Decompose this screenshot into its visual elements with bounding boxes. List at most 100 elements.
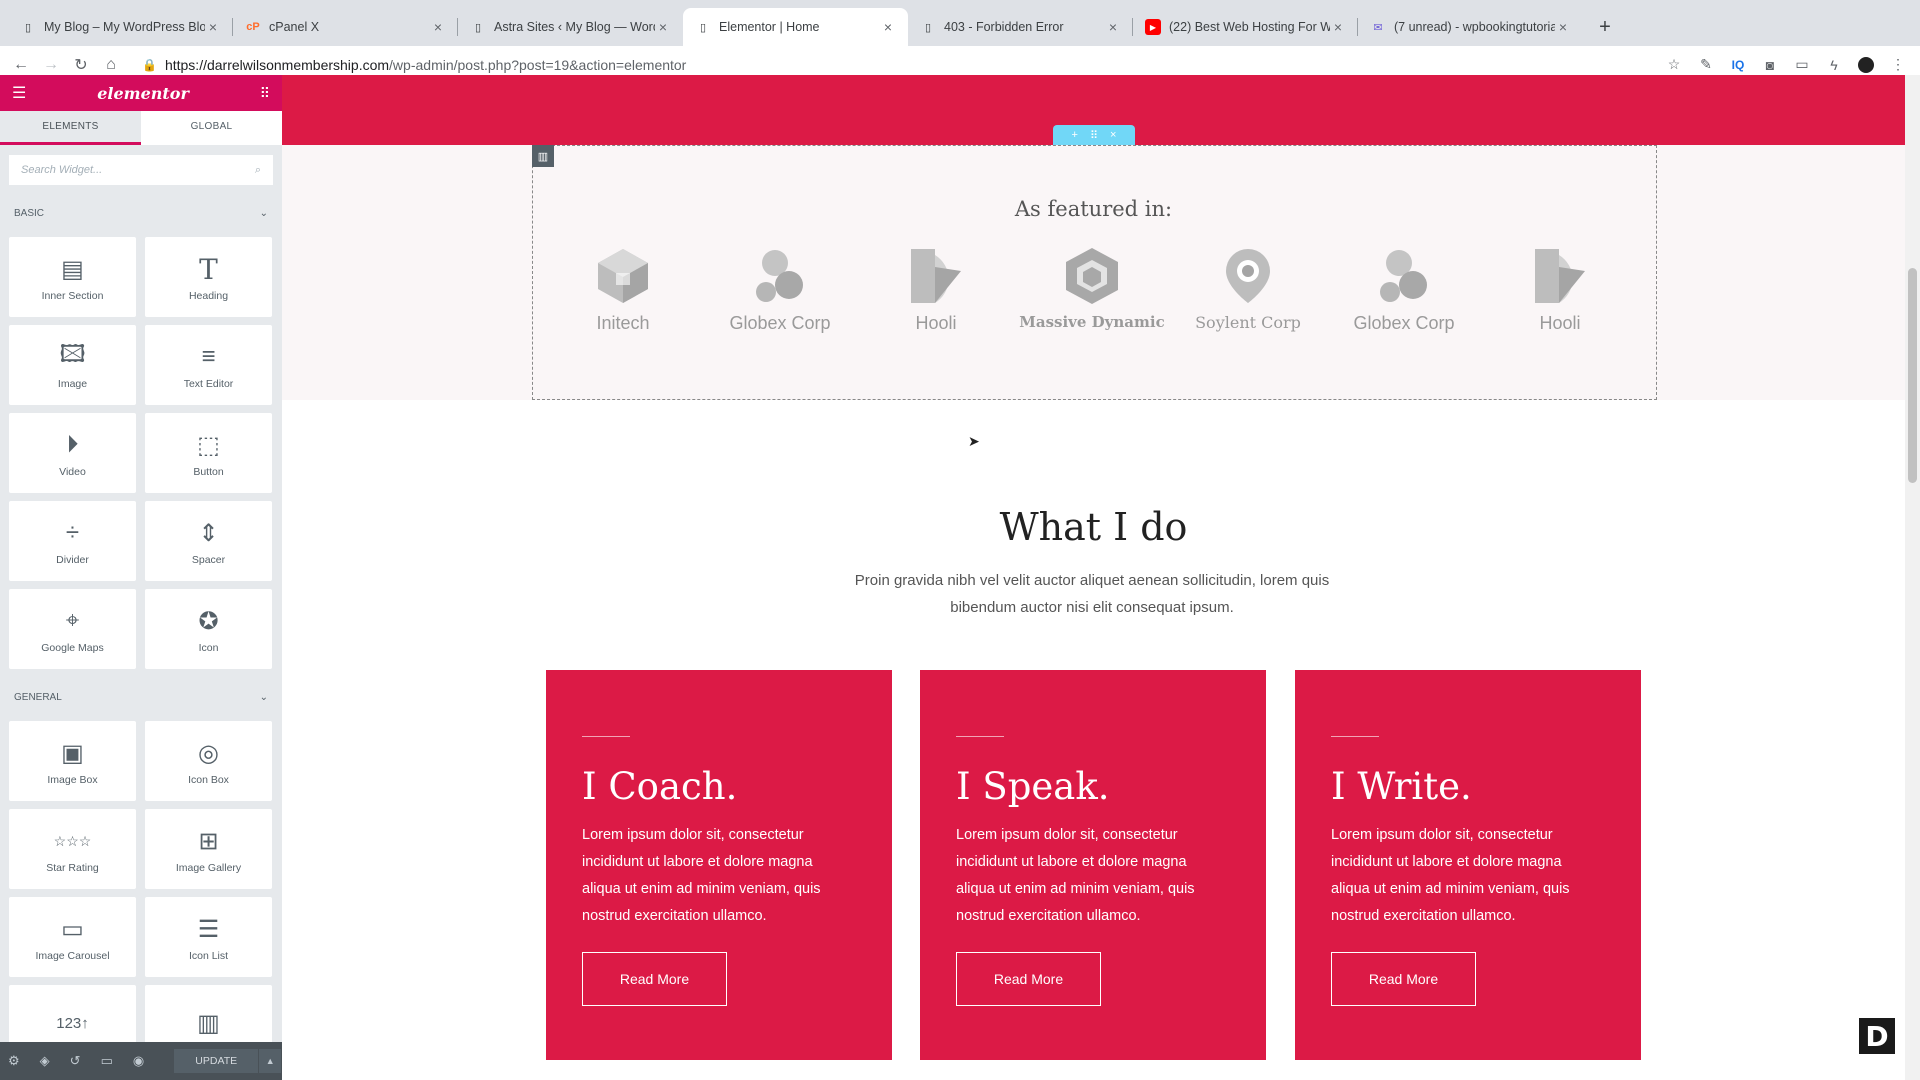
home-icon[interactable]: ⌂ bbox=[96, 56, 126, 74]
category-general[interactable]: GENERAL ⌄ bbox=[0, 679, 282, 715]
tab-global[interactable]: GLOBAL bbox=[141, 111, 282, 145]
read-more-button[interactable]: Read More bbox=[1331, 952, 1476, 1006]
service-card[interactable]: I Coach. Lorem ipsum dolor sit, consecte… bbox=[546, 670, 892, 1060]
widget-image[interactable]: 🖾 Image bbox=[9, 325, 136, 405]
service-card[interactable]: I Write. Lorem ipsum dolor sit, consecte… bbox=[1295, 670, 1641, 1060]
close-icon[interactable]: × bbox=[880, 19, 896, 35]
browser-tab[interactable]: cP cPanel X × bbox=[233, 8, 458, 46]
browser-tab[interactable]: ▶ (22) Best Web Hosting For Wo × bbox=[1133, 8, 1358, 46]
cast-icon[interactable]: ▭ bbox=[1794, 56, 1810, 73]
service-card[interactable]: I Speak. Lorem ipsum dolor sit, consecte… bbox=[920, 670, 1266, 1060]
widget-image-carousel[interactable]: ▭ Image Carousel bbox=[9, 897, 136, 977]
browser-tab[interactable]: ▯ My Blog – My WordPress Blog × bbox=[8, 8, 233, 46]
logo-hooli-1: Hooli bbox=[858, 245, 1014, 335]
massive-dynamic-icon bbox=[1066, 248, 1118, 304]
widget-icon-list[interactable]: ☰ Icon List bbox=[145, 897, 272, 977]
close-icon[interactable]: × bbox=[1105, 19, 1121, 35]
read-more-button[interactable]: Read More bbox=[956, 952, 1101, 1006]
hamburger-menu-icon[interactable]: ☰ bbox=[12, 83, 26, 103]
spacer-icon: ⇕ bbox=[198, 519, 219, 547]
soylent-pin-icon bbox=[1226, 249, 1270, 303]
elementor-logo: elementor bbox=[97, 83, 189, 103]
widget-text-editor[interactable]: ≡ Text Editor bbox=[145, 325, 272, 405]
drag-handle-icon[interactable]: ⠿ bbox=[1090, 129, 1098, 142]
reload-icon[interactable]: ↻ bbox=[66, 55, 96, 75]
tab-elements[interactable]: ELEMENTS bbox=[0, 111, 141, 145]
initech-cube-icon bbox=[598, 249, 648, 303]
iq-extension-icon[interactable]: IQ bbox=[1730, 58, 1746, 72]
close-icon[interactable]: × bbox=[205, 19, 221, 35]
back-icon[interactable]: ← bbox=[6, 56, 36, 74]
card-text: Lorem ipsum dolor sit, consectetur incid… bbox=[1331, 827, 1570, 924]
widget-inner-section[interactable]: ▤ Inner Section bbox=[9, 237, 136, 317]
google-maps-icon: ⌖ bbox=[65, 607, 80, 634]
card-divider bbox=[1331, 736, 1379, 737]
widget-spacer[interactable]: ⇕ Spacer bbox=[145, 501, 272, 581]
extension-icons: ☆ ✎ IQ ◙ ▭ ϟ ⋮ bbox=[1666, 56, 1906, 73]
star-icon: ✪ bbox=[198, 607, 219, 635]
bookmark-star-icon[interactable]: ☆ bbox=[1666, 56, 1682, 73]
card-divider bbox=[582, 736, 630, 737]
apps-grid-icon[interactable]: ⠿ bbox=[260, 85, 270, 102]
update-options-caret-icon[interactable]: ▲ bbox=[259, 1049, 282, 1073]
icon-box-icon: ◎ bbox=[198, 739, 219, 767]
preview-eye-icon[interactable]: ◉ bbox=[133, 1053, 144, 1069]
responsive-desktop-icon[interactable]: ▭ bbox=[101, 1053, 113, 1069]
camera-icon[interactable]: ◙ bbox=[1762, 57, 1778, 73]
page-icon: ▯ bbox=[924, 21, 932, 34]
page-scrollbar[interactable] bbox=[1905, 75, 1920, 1080]
widget-icon-box[interactable]: ◎ Icon Box bbox=[145, 721, 272, 801]
eyedropper-icon[interactable]: ✎ bbox=[1698, 56, 1714, 73]
logo-initech: Initech bbox=[545, 245, 701, 335]
panel-tabs: ELEMENTS GLOBAL bbox=[0, 111, 282, 145]
settings-gear-icon[interactable]: ⚙ bbox=[8, 1053, 20, 1069]
chevron-down-icon: ⌄ bbox=[259, 207, 268, 219]
page-icon: ▯ bbox=[699, 21, 707, 34]
category-basic[interactable]: BASIC ⌄ bbox=[0, 195, 282, 231]
widget-heading[interactable]: T Heading bbox=[145, 237, 272, 317]
section-handle[interactable]: + ⠿ × bbox=[1053, 125, 1135, 145]
widget-image-box[interactable]: ▣ Image Box bbox=[9, 721, 136, 801]
image-gallery-icon: ⊞ bbox=[198, 827, 219, 855]
close-icon[interactable]: × bbox=[430, 19, 446, 35]
browser-tab[interactable]: ▯ 403 - Forbidden Error × bbox=[908, 8, 1133, 46]
read-more-button[interactable]: Read More bbox=[582, 952, 727, 1006]
lightning-icon[interactable]: ϟ bbox=[1826, 57, 1842, 73]
widget-video[interactable]: ⏵ Video bbox=[9, 413, 136, 493]
widget-divider[interactable]: ÷ Divider bbox=[9, 501, 136, 581]
featured-section[interactable]: ▥ As featured in: Initech Globex Corp Ho… bbox=[282, 145, 1905, 400]
history-icon[interactable]: ↺ bbox=[70, 1053, 81, 1069]
button-icon: ⬚ bbox=[197, 431, 220, 459]
avatar[interactable] bbox=[1858, 56, 1874, 73]
scrollbar-thumb[interactable] bbox=[1908, 268, 1917, 483]
close-icon[interactable]: × bbox=[1330, 19, 1346, 35]
logo-globex-1: Globex Corp bbox=[702, 245, 858, 335]
widget-star-rating[interactable]: ☆☆☆ Star Rating bbox=[9, 809, 136, 889]
lock-icon: 🔒 bbox=[142, 57, 157, 72]
add-section-icon[interactable]: + bbox=[1072, 129, 1078, 141]
url-field[interactable]: 🔒 https://darrelwilsonmembership.com/wp-… bbox=[142, 57, 1666, 73]
mail-icon: ✉ bbox=[1373, 21, 1383, 34]
browser-tab[interactable]: ▯ Astra Sites ‹ My Blog — WordP × bbox=[458, 8, 683, 46]
close-icon[interactable]: × bbox=[655, 19, 671, 35]
widget-search-input[interactable]: Search Widget... ⌕ bbox=[9, 155, 273, 185]
close-icon[interactable]: × bbox=[1110, 129, 1116, 141]
browser-tab-strip: ▯ My Blog – My WordPress Blog × cP cPanel X… bbox=[0, 0, 1920, 46]
forward-icon[interactable]: → bbox=[36, 56, 66, 74]
basic-widget-grid: ▤ Inner Section T Heading 🖾 Image ≡ Text Edi… bbox=[0, 231, 282, 675]
widget-google-maps[interactable]: ⌖ Google Maps bbox=[9, 589, 136, 669]
widget-button[interactable]: ⬚ Button bbox=[145, 413, 272, 493]
what-i-do-heading: What I do bbox=[999, 505, 1188, 549]
widget-icon[interactable]: ✪ Icon bbox=[145, 589, 272, 669]
browser-tab-active[interactable]: ▯ Elementor | Home × bbox=[683, 8, 908, 46]
new-tab-button[interactable]: + bbox=[1591, 13, 1619, 41]
close-icon[interactable]: × bbox=[1555, 19, 1571, 35]
column-handle-icon[interactable]: ▥ bbox=[532, 145, 554, 167]
navigator-layers-icon[interactable]: ◈ bbox=[40, 1053, 50, 1069]
featured-heading: As featured in: bbox=[1014, 197, 1173, 221]
menu-dots-icon[interactable]: ⋮ bbox=[1890, 56, 1906, 73]
browser-tab[interactable]: ✉ (7 unread) - wpbookingtutorial × bbox=[1358, 8, 1583, 46]
widget-image-gallery[interactable]: ⊞ Image Gallery bbox=[145, 809, 272, 889]
update-button[interactable]: UPDATE bbox=[174, 1049, 259, 1073]
hooli-icon bbox=[1535, 249, 1585, 303]
